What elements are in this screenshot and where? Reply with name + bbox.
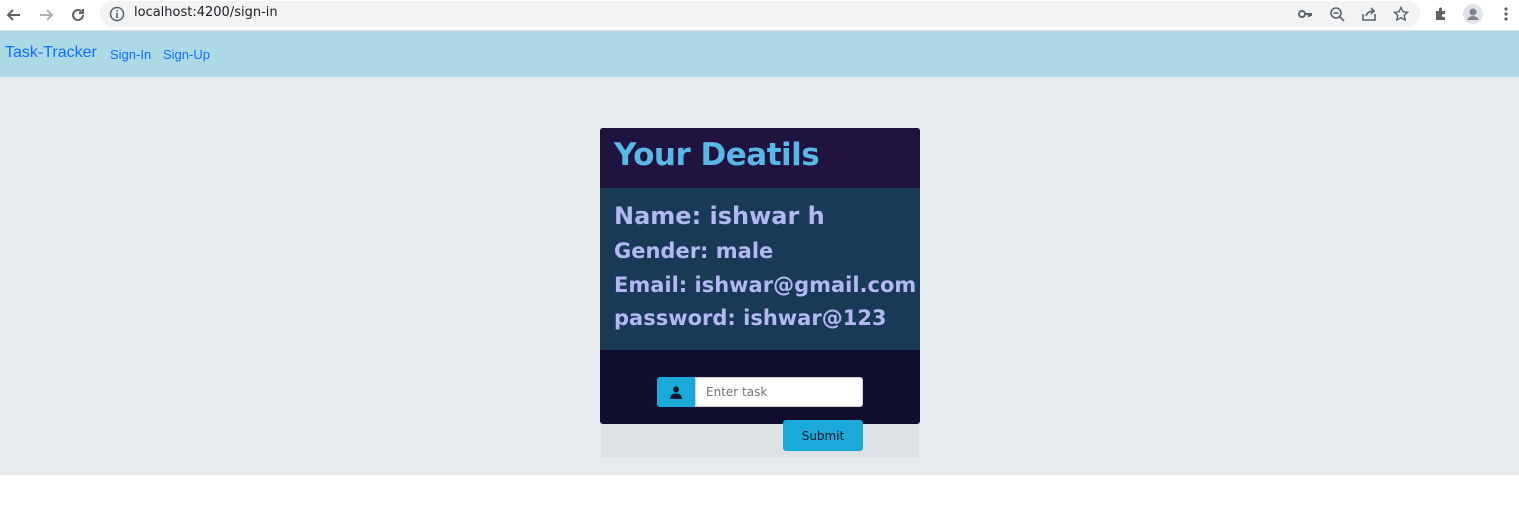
nav-link-sign-in[interactable]: Sign-In — [110, 47, 151, 62]
details-card: Your Deatils Name: ishwar h Gender: male… — [600, 128, 920, 424]
extensions-icon[interactable] — [1430, 3, 1452, 25]
info-icon[interactable] — [109, 6, 125, 22]
page-body: Your Deatils Name: ishwar h Gender: male… — [0, 77, 1519, 475]
task-input[interactable] — [695, 377, 863, 407]
browser-toolbar: localhost:4200/sign-in — [0, 0, 1519, 31]
nav-link-sign-up[interactable]: Sign-Up — [163, 47, 210, 62]
user-password: password: ishwar@123 — [614, 306, 887, 330]
share-icon[interactable] — [1360, 5, 1378, 23]
card-footer — [601, 424, 919, 457]
back-icon[interactable] — [2, 3, 26, 27]
forward-icon[interactable] — [34, 3, 58, 27]
key-icon[interactable] — [1296, 5, 1314, 23]
user-gender: Gender: male — [614, 239, 774, 263]
reload-icon[interactable] — [66, 3, 90, 27]
app-navbar: Task-Tracker Sign-In Sign-Up — [0, 31, 1519, 77]
menu-icon[interactable] — [1495, 3, 1517, 25]
url-text: localhost:4200/sign-in — [134, 5, 278, 20]
user-email: Email: ishwar@gmail.com — [614, 273, 917, 297]
star-icon[interactable] — [1392, 5, 1410, 23]
user-icon — [657, 377, 695, 407]
profile-icon[interactable] — [1462, 3, 1484, 25]
address-bar[interactable]: localhost:4200/sign-in — [100, 1, 1420, 27]
card-body: Name: ishwar h Gender: male Email: ishwa… — [600, 188, 920, 350]
zoom-out-icon[interactable] — [1328, 5, 1346, 23]
card-header: Your Deatils — [600, 128, 920, 188]
user-name: Name: ishwar h — [614, 202, 825, 230]
brand-link[interactable]: Task-Tracker — [5, 44, 97, 62]
task-input-group — [657, 377, 863, 407]
card-title: Your Deatils — [614, 137, 820, 173]
submit-button[interactable]: Submit — [783, 420, 863, 451]
